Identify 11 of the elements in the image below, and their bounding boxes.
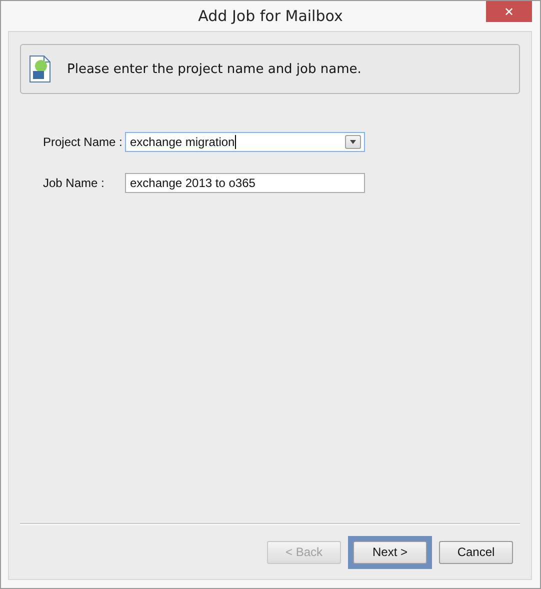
next-button[interactable]: Next > xyxy=(353,540,427,564)
instruction-text: Please enter the project name and job name. xyxy=(67,62,362,76)
window-title: Add Job for Mailbox xyxy=(198,7,343,25)
project-name-combo[interactable]: exchange migration xyxy=(125,132,365,152)
field-label: Project Name : xyxy=(43,135,124,149)
close-button[interactable]: ✕ xyxy=(486,1,532,22)
cancel-button[interactable]: Cancel xyxy=(439,540,513,564)
document-icon xyxy=(29,55,51,83)
job-name-field[interactable]: exchange 2013 to o365 xyxy=(125,173,365,193)
dropdown-icon[interactable] xyxy=(345,135,361,149)
field-label: Job Name : xyxy=(43,176,106,190)
